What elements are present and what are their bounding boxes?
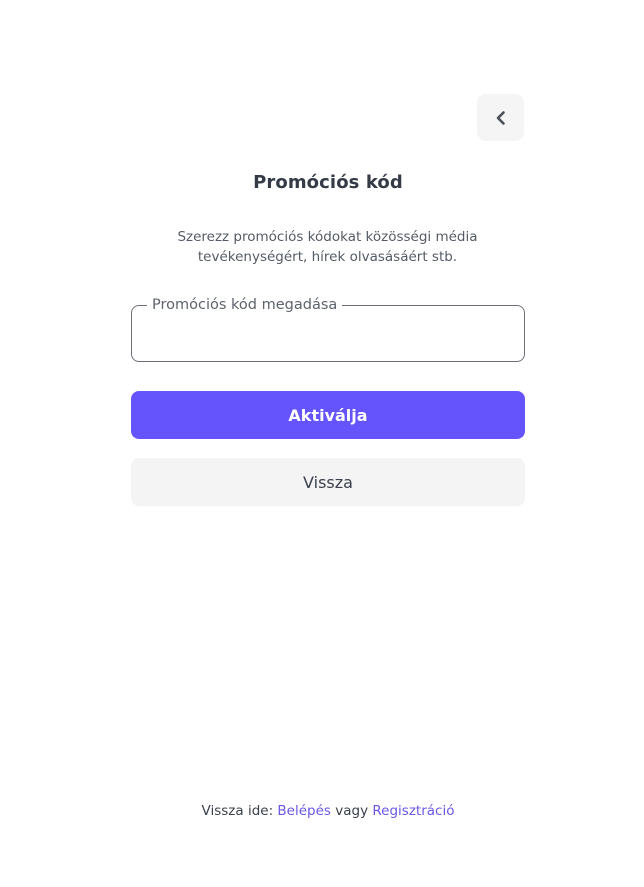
description-line-2: tevékenységért, hírek olvasásáért stb. bbox=[197, 249, 458, 265]
footer-links: Vissza ide: Belépés vagy Regisztráció bbox=[0, 803, 644, 819]
back-button[interactable]: Vissza bbox=[131, 458, 525, 506]
footer-separator: vagy bbox=[335, 803, 369, 819]
description-line-1: Szerezz promóciós kódokat közösségi médi… bbox=[177, 229, 478, 245]
promo-code-input[interactable] bbox=[146, 320, 512, 350]
chevron-left-icon bbox=[496, 110, 505, 125]
page-description: Szerezz promóciós kódokat közösségi médi… bbox=[140, 227, 515, 267]
promo-code-field[interactable]: Promóciós kód megadása bbox=[131, 296, 525, 362]
page-title: Promóciós kód bbox=[253, 172, 403, 193]
login-link[interactable]: Belépés bbox=[277, 803, 331, 819]
back-icon-button[interactable] bbox=[477, 94, 524, 141]
promo-code-label: Promóciós kód megadása bbox=[147, 296, 343, 314]
footer-prefix: Vissza ide: bbox=[201, 803, 274, 819]
register-link[interactable]: Regisztráció bbox=[372, 803, 454, 819]
activate-button[interactable]: Aktiválja bbox=[131, 391, 525, 439]
